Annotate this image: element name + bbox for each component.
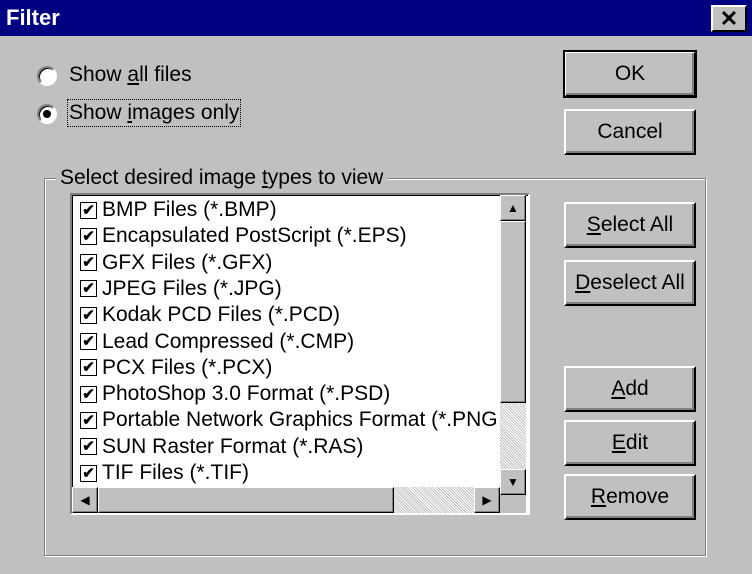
list-item-label: PhotoShop 3.0 Format (*.PSD)	[102, 382, 391, 406]
list-item[interactable]: ✔ Portable Network Graphics Format (*.PNG	[80, 407, 498, 433]
list-item-label: BMP Files (*.BMP)	[102, 198, 277, 221]
list-item-label: Lead Compressed (*.CMP)	[102, 329, 355, 353]
horizontal-scroll-thumb[interactable]	[98, 487, 394, 513]
checkbox-icon[interactable]: ✔	[80, 333, 97, 350]
add-button[interactable]: Add	[564, 366, 696, 412]
arrow-up-icon: ▲	[507, 201, 519, 215]
ok-button[interactable]: OK	[563, 50, 697, 98]
checkbox-icon[interactable]: ✔	[80, 359, 97, 377]
list-item[interactable]: ✔ Lead Compressed (*.CMP)	[80, 329, 354, 355]
deselect-all-button[interactable]: Deselect All	[564, 260, 696, 306]
scroll-left-button[interactable]: ◀	[72, 487, 98, 513]
radio-show-images-only[interactable]	[37, 104, 59, 126]
checkbox-icon[interactable]: ✔	[80, 280, 97, 298]
list-item[interactable]: ✔ Kodak PCD Files (*.PCD)	[80, 302, 340, 328]
checkbox-icon[interactable]: ✔	[80, 385, 97, 403]
list-item[interactable]: ✔ PCX Files (*.PCX)	[80, 355, 272, 381]
list-item-label: GFX Files (*.GFX)	[102, 250, 273, 274]
list-item-label: Kodak PCD Files (*.PCD)	[102, 303, 341, 327]
scroll-corner	[500, 495, 526, 513]
radio-icon	[37, 104, 57, 124]
checkbox-icon[interactable]: ✔	[80, 254, 97, 272]
list-item-label: Encapsulated PostScript (*.EPS)	[102, 224, 407, 248]
list-item[interactable]: ✔ TIF Files (*.TIF)	[80, 460, 249, 486]
radio-selected-dot	[43, 110, 51, 118]
radio-show-all-files-label[interactable]: Show all files	[69, 63, 192, 87]
radio-show-images-only-label[interactable]: Show images only	[66, 99, 242, 127]
close-button[interactable]: ✕	[711, 5, 747, 32]
select-all-button[interactable]: Select All	[564, 202, 696, 248]
checkbox-icon[interactable]: ✔	[80, 201, 97, 219]
edit-button[interactable]: Edit	[564, 420, 696, 466]
list-item[interactable]: ✔ BMP Files (*.BMP)	[80, 197, 277, 223]
list-item[interactable]: ✔ SUN Raster Format (*.RAS)	[80, 434, 363, 460]
image-types-list[interactable]: ✔ BMP Files (*.BMP) ✔ Encapsulated PostScri…	[70, 193, 530, 515]
arrow-down-icon: ▼	[507, 475, 519, 489]
title-bar	[0, 0, 752, 36]
list-item[interactable]: ✔ PhotoShop 3.0 Format (*.PSD)	[80, 381, 390, 407]
checkbox-icon[interactable]: ✔	[80, 227, 97, 245]
list-item-label: PCX Files (*.PCX)	[102, 355, 273, 379]
arrow-left-icon: ◀	[80, 493, 90, 507]
radio-show-all-files[interactable]	[37, 66, 59, 88]
cancel-button[interactable]: Cancel	[564, 109, 696, 155]
window-title: Filter	[6, 5, 60, 30]
list-item[interactable]: ✔ GFX Files (*.GFX)	[80, 250, 272, 276]
vertical-scroll-thumb[interactable]	[500, 221, 526, 403]
checkbox-icon[interactable]: ✔	[80, 464, 97, 482]
radio-icon	[37, 66, 57, 86]
list-item-label: Portable Network Graphics Format (*.PNG	[102, 408, 498, 432]
arrow-right-icon: ▶	[482, 493, 492, 507]
checkbox-icon[interactable]: ✔	[80, 306, 97, 324]
remove-button[interactable]: Remove	[564, 474, 696, 520]
group-label: Select desired image types to view	[56, 166, 388, 190]
scroll-down-button[interactable]: ▼	[500, 469, 526, 495]
checkbox-icon[interactable]: ✔	[80, 438, 97, 456]
scroll-up-button[interactable]: ▲	[500, 195, 526, 221]
list-item[interactable]: ✔ JPEG Files (*.JPG)	[80, 276, 282, 302]
scroll-right-button[interactable]: ▶	[474, 487, 500, 513]
list-item-label: JPEG Files (*.JPG)	[102, 276, 282, 300]
list-item-label: SUN Raster Format (*.RAS)	[102, 434, 364, 458]
close-icon: ✕	[719, 5, 739, 31]
list-item-label: TIF Files (*.TIF)	[102, 461, 249, 484]
list-item[interactable]: ✔ Encapsulated PostScript (*.EPS)	[80, 223, 407, 249]
checkbox-icon[interactable]: ✔	[80, 411, 97, 429]
